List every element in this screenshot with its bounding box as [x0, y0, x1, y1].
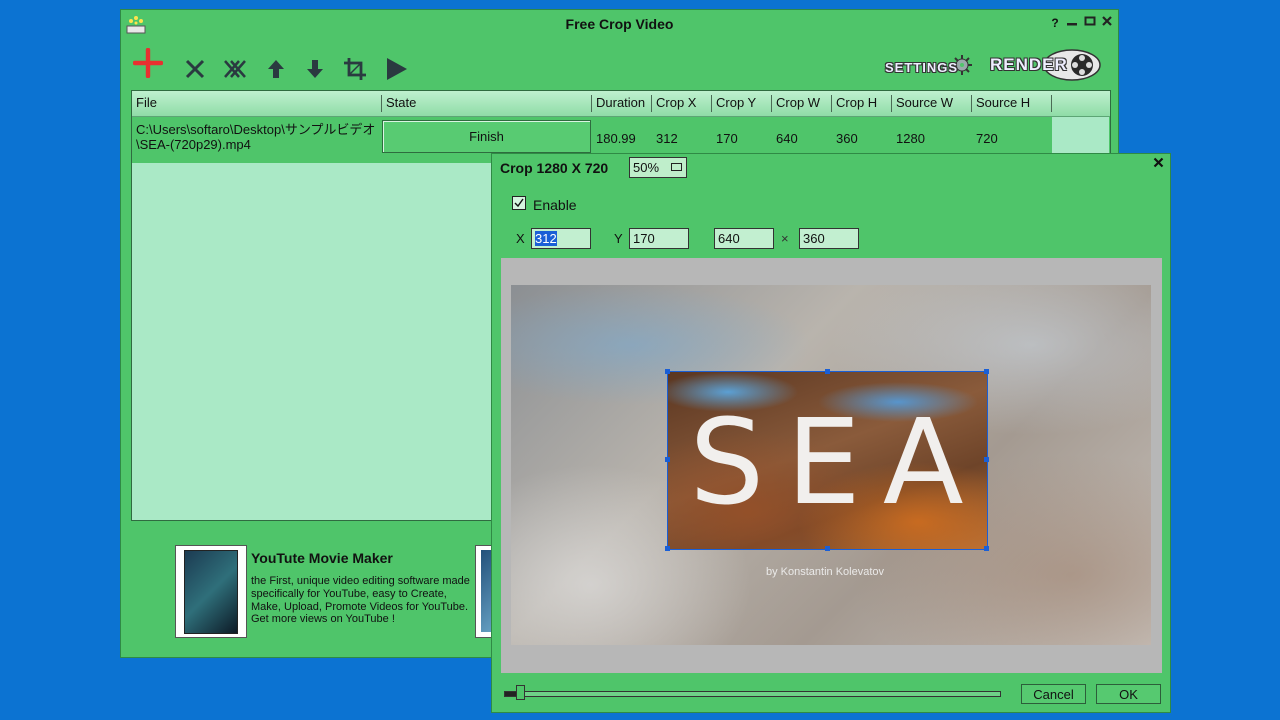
crop-w-cell: 640	[776, 131, 798, 146]
play-icon[interactable]	[381, 54, 411, 84]
render-button[interactable]: RENDER	[990, 46, 1102, 84]
ad-description: the First, unique video editing software…	[251, 575, 470, 613]
ok-button[interactable]: OK	[1096, 684, 1161, 704]
zoom-value: 50%	[633, 160, 660, 175]
video-frame: by Konstantin Kolevatov SEA	[511, 285, 1151, 645]
enable-label[interactable]: Enable	[533, 197, 577, 213]
crop-x-input[interactable]: 312	[531, 228, 591, 249]
timeline-slider[interactable]	[504, 691, 1001, 697]
source-w-cell: 1280	[896, 131, 925, 146]
window-title: Free Crop Video	[565, 16, 674, 32]
crop-dialog-close-button[interactable]	[1153, 156, 1164, 171]
column-header-source-h[interactable]: Source H	[972, 95, 1052, 112]
ad-banner[interactable]: YouTute Movie Maker the First, unique vi…	[175, 545, 475, 639]
column-header-file[interactable]: File	[132, 95, 382, 112]
times-label: ×	[781, 231, 789, 246]
zoom-select[interactable]: 50%	[629, 157, 687, 178]
move-down-icon[interactable]	[300, 54, 330, 84]
crop-handle-top[interactable]	[825, 369, 830, 374]
checkmark-icon	[514, 198, 524, 208]
y-label: Y	[614, 231, 623, 246]
column-header-state[interactable]: State	[382, 95, 592, 112]
state-finish-button[interactable]: Finish	[382, 120, 591, 153]
column-header-duration[interactable]: Duration	[592, 95, 652, 112]
crop-height-input[interactable]: 360	[799, 228, 859, 249]
move-up-icon[interactable]	[261, 54, 291, 84]
add-icon[interactable]	[132, 47, 167, 82]
crop-y-input[interactable]: 170	[629, 228, 689, 249]
column-header-crop-x[interactable]: Crop X	[652, 95, 712, 112]
help-button[interactable]: ?	[1048, 16, 1062, 30]
crop-dialog-title: Crop 1280 X 720	[500, 160, 609, 176]
column-header-crop-y[interactable]: Crop Y	[712, 95, 772, 112]
crop-h-cell: 360	[836, 131, 858, 146]
crop-x-cell: 312	[656, 131, 678, 146]
x-label: X	[516, 231, 525, 246]
maximize-button[interactable]	[1083, 15, 1097, 30]
remove-icon[interactable]	[180, 54, 210, 84]
crop-width-input[interactable]: 640	[714, 228, 774, 249]
crop-handle-bottom[interactable]	[825, 546, 830, 551]
crop-handle-right[interactable]	[984, 457, 989, 462]
duration-cell: 180.99	[596, 131, 636, 146]
column-header-crop-w[interactable]: Crop W	[772, 95, 832, 112]
column-header-crop-h[interactable]: Crop H	[832, 95, 892, 112]
minimize-button[interactable]	[1065, 15, 1079, 30]
dropdown-icon	[671, 163, 682, 171]
crop-handle-bottom-right[interactable]	[984, 546, 989, 551]
column-header-source-w[interactable]: Source W	[892, 95, 972, 112]
crop-handle-left[interactable]	[665, 457, 670, 462]
file-path: C:\Users\softaro\Desktop\サンプルビデオ\SEA-(72…	[136, 122, 376, 152]
settings-button[interactable]: SETTINGS	[885, 52, 973, 80]
render-label: RENDER	[990, 55, 1068, 74]
crop-x-value: 312	[535, 231, 557, 246]
product-box-image[interactable]	[175, 545, 247, 638]
ad-description-block: the First, unique video editing software…	[251, 575, 471, 626]
crop-handle-bottom-left[interactable]	[665, 546, 670, 551]
timeline-thumb[interactable]	[516, 685, 525, 700]
preview-credit: by Konstantin Kolevatov	[766, 566, 885, 578]
crop-y-cell: 170	[716, 131, 738, 146]
ad-link[interactable]: Get more views on YouTube !	[251, 613, 395, 625]
file-list-header: File State Duration Crop X Crop Y Crop W…	[132, 91, 1110, 117]
crop-dialog: Crop 1280 X 720 50% Enable X 312 Y 170 6…	[491, 153, 1171, 713]
crop-handle-top-left[interactable]	[665, 369, 670, 374]
cancel-button[interactable]: Cancel	[1021, 684, 1086, 704]
close-button[interactable]	[1100, 15, 1114, 30]
preview-area: by Konstantin Kolevatov SEA	[501, 258, 1162, 673]
crop-icon[interactable]	[340, 54, 370, 84]
settings-label: SETTINGS	[885, 60, 959, 75]
crop-rectangle[interactable]: SEA	[667, 371, 988, 550]
enable-checkbox[interactable]	[512, 196, 526, 210]
source-h-cell: 720	[976, 131, 998, 146]
remove-all-icon[interactable]	[220, 54, 250, 84]
ad-title[interactable]: YouTute Movie Maker	[251, 550, 393, 566]
crop-handle-top-right[interactable]	[984, 369, 989, 374]
preview-text: SEA	[689, 393, 986, 531]
